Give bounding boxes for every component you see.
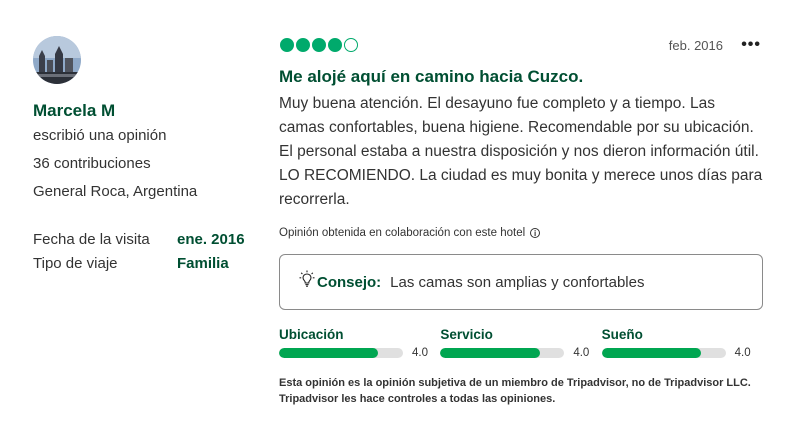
- rating-bar: [440, 348, 565, 358]
- subrating-service: Servicio 4.0: [440, 326, 601, 359]
- lightbulb-icon: [299, 270, 315, 287]
- rating-bubble-2: [296, 38, 310, 52]
- trip-row-visit: Fecha de la visita ene. 2016: [33, 228, 263, 252]
- trip-details: Fecha de la visita ene. 2016 Tipo de via…: [33, 228, 263, 276]
- subrating-value: 4.0: [573, 347, 590, 359]
- rating-bar: [279, 348, 403, 358]
- avatar[interactable]: [33, 36, 81, 84]
- review-title[interactable]: Me alojé aquí en camino hacia Cuzco.: [279, 66, 763, 88]
- info-icon[interactable]: i: [530, 228, 541, 238]
- more-options-icon[interactable]: •••: [741, 36, 761, 54]
- visit-date-label: Fecha de la visita: [33, 231, 150, 248]
- reviewer-panel: Marcela M escribió una opinión 36 contri…: [33, 36, 263, 276]
- subrating-row: 4.0: [601, 347, 763, 359]
- subrating-row: 4.0: [279, 347, 440, 359]
- review-panel: feb. 2016 ••• Me alojé aquí en camino ha…: [279, 36, 763, 407]
- rating-bar-fill: [601, 348, 701, 358]
- source-note-text: Opinión obtenida en colaboración con est…: [279, 227, 526, 239]
- subrating-label: Ubicación: [279, 327, 344, 342]
- reviewer-location: General Roca, Argentina: [33, 183, 198, 200]
- review-date: feb. 2016: [668, 38, 723, 53]
- source-note: Opinión obtenida en colaboración con est…: [279, 227, 763, 239]
- rating-bar: [601, 348, 726, 358]
- subrating-label: Sueño: [601, 327, 643, 342]
- trip-type-value: Familia: [177, 255, 229, 272]
- subrating-row: 4.0: [440, 347, 601, 359]
- subrating-location: Ubicación 4.0: [279, 326, 440, 359]
- bubble-rating: [280, 38, 358, 52]
- tip-label: Consejo:: [317, 273, 382, 291]
- rating-bar-fill: [279, 348, 379, 358]
- subrating-sleep: Sueño 4.0: [601, 326, 763, 359]
- review-body: Muy buena atención. El desayuno fue comp…: [279, 95, 763, 208]
- rating-bar-fill: [440, 348, 540, 358]
- trip-row-type: Tipo de viaje Familia: [33, 252, 263, 276]
- subrating-label: Servicio: [440, 327, 493, 342]
- visit-date-value: ene. 2016: [177, 231, 245, 248]
- disclaimer: Esta opinión es la opinión subjetiva de …: [279, 377, 751, 405]
- subrating-value: 4.0: [734, 347, 751, 359]
- rating-bubble-4: [328, 38, 342, 52]
- rating-bubble-3: [312, 38, 326, 52]
- tip-text: Las camas son amplias y confortables: [390, 273, 645, 291]
- reviewer-action: escribió una opinión: [33, 127, 167, 144]
- reviewer-name[interactable]: Marcela M: [33, 100, 263, 122]
- subratings: Ubicación 4.0 Servicio 4.0 Sueño 4.0: [279, 326, 763, 359]
- rating-bubble-5: [344, 38, 358, 52]
- subrating-value: 4.0: [412, 347, 428, 359]
- reviewer-contributions: 36 contribuciones: [33, 155, 151, 172]
- tip-box: Consejo: Las camas son amplias y confort…: [279, 254, 763, 310]
- review-header: feb. 2016 •••: [279, 36, 763, 58]
- rating-bubble-1: [280, 38, 294, 52]
- trip-type-label: Tipo de viaje: [33, 255, 118, 272]
